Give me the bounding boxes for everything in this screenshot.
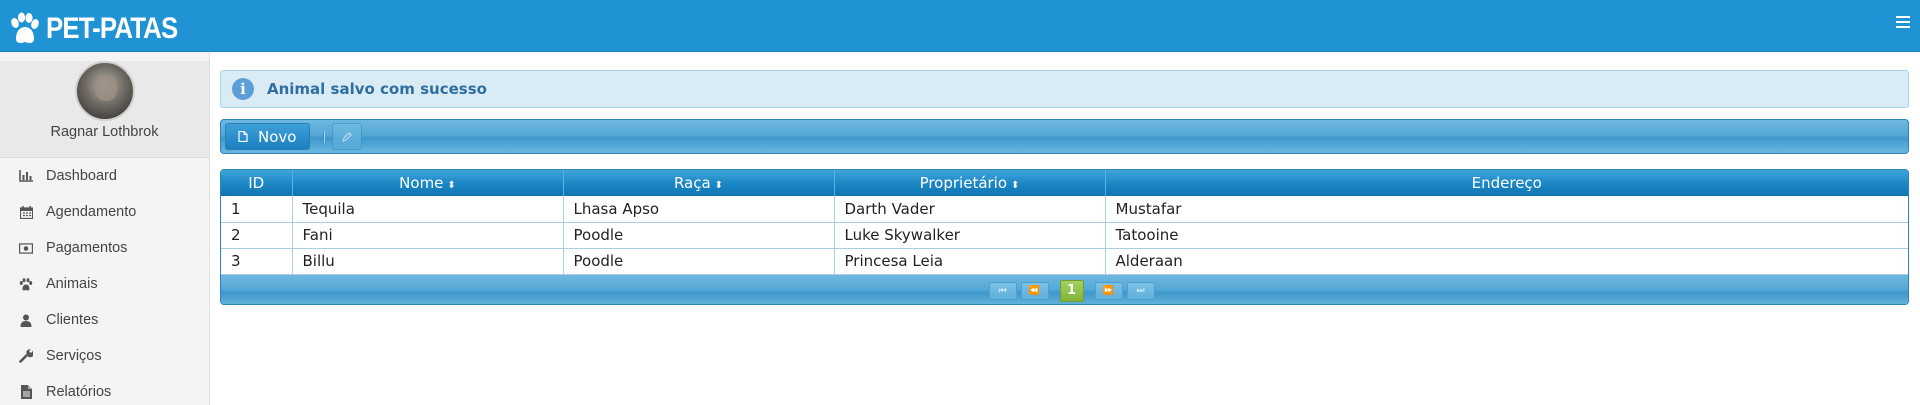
money-icon	[19, 241, 33, 255]
column-header-raca[interactable]: Raça ⬍	[563, 170, 835, 196]
column-header-proprietario[interactable]: Proprietário ⬍	[834, 170, 1106, 196]
sidebar-item-label: Clientes	[46, 312, 99, 328]
sidebar-item-label: Animais	[46, 276, 98, 292]
sidebar-item-label: Dashboard	[46, 168, 117, 184]
last-page-icon: ⏭	[1136, 285, 1145, 296]
sidebar-item-servicos[interactable]: Serviços	[0, 338, 209, 374]
first-page-button[interactable]: ⏮	[988, 281, 1017, 300]
first-page-icon: ⏮	[998, 285, 1007, 296]
previous-page-button[interactable]: ⏪	[1020, 281, 1049, 300]
cell-raca: Poodle	[563, 248, 835, 275]
top-navbar: PET-PATAS	[0, 0, 1920, 52]
toolbar: Novo	[220, 119, 1909, 154]
animals-table: ID Nome ⬍ Raça ⬍ Proprietário ⬍ Endereço 1 …	[221, 170, 1908, 275]
hamburger-bar	[1896, 26, 1910, 28]
sort-icon: ⬍	[1011, 180, 1020, 191]
edit-button[interactable]	[332, 123, 363, 150]
paw-icon	[19, 277, 33, 291]
brand-name: PET-PATAS	[46, 12, 178, 45]
table-row[interactable]: 1 Tequila Lhasa Apso Darth Vader Mustafa…	[221, 196, 1908, 223]
cell-id: 2	[221, 222, 293, 249]
menu-toggle-button[interactable]	[1896, 16, 1910, 30]
cell-endereco: Tatooine	[1105, 222, 1908, 249]
paginator: ⏮ ⏪ 1 ⏩ ⏭	[221, 274, 1908, 304]
sort-icon: ⬍	[447, 180, 456, 191]
user-profile: Ragnar Lothbrok	[0, 61, 209, 158]
table-row[interactable]: 3 Billu Poodle Princesa Leia Alderaan	[221, 248, 1908, 275]
column-header-label: Endereço	[1471, 174, 1542, 192]
table-row[interactable]: 2 Fani Poodle Luke Skywalker Tatooine	[221, 222, 1908, 249]
column-header-label: ID	[248, 174, 265, 192]
sidebar-item-label: Agendamento	[46, 204, 137, 220]
profile-name: Ragnar Lothbrok	[50, 124, 159, 140]
calendar-icon	[19, 205, 33, 219]
info-icon: i	[232, 78, 254, 100]
column-header-label: Nome	[399, 174, 444, 192]
column-header-label: Raça	[673, 174, 711, 192]
sidebar-item-clientes[interactable]: Clientes	[0, 302, 209, 338]
new-document-icon	[238, 131, 248, 142]
sidebar-item-label: Serviços	[46, 348, 102, 364]
sidebar-item-label: Pagamentos	[46, 240, 128, 256]
cell-id: 1	[221, 196, 293, 223]
cell-endereco: Alderaan	[1105, 248, 1908, 275]
previous-page-icon: ⏪	[1028, 285, 1041, 296]
hamburger-bar	[1896, 21, 1910, 23]
next-page-icon: ⏩	[1102, 285, 1115, 296]
success-message: i Animal salvo com sucesso	[220, 70, 1909, 108]
sidebar-item-agendamento[interactable]: Agendamento	[0, 194, 209, 230]
paw-logo-icon	[11, 12, 39, 43]
cell-raca: Lhasa Apso	[563, 196, 835, 223]
bar-chart-icon	[19, 169, 33, 183]
animals-datatable: ID Nome ⬍ Raça ⬍ Proprietário ⬍ Endereço 1 …	[220, 169, 1909, 305]
new-button-label: Novo	[258, 127, 297, 146]
wrench-icon	[19, 349, 33, 363]
avatar[interactable]	[74, 61, 135, 121]
new-button[interactable]: Novo	[225, 123, 311, 150]
cell-proprietario: Darth Vader	[834, 196, 1106, 223]
page-button-current[interactable]: 1	[1059, 279, 1084, 302]
cell-nome: Billu	[292, 248, 564, 275]
column-header-nome[interactable]: Nome ⬍	[292, 170, 564, 196]
column-header-endereco: Endereço	[1105, 170, 1908, 196]
user-icon	[19, 313, 33, 327]
sidebar: Ragnar Lothbrok Dashboard Agendamento Pa…	[0, 52, 210, 405]
cell-nome: Tequila	[292, 196, 564, 223]
column-header-label: Proprietário	[919, 174, 1008, 192]
edit-pencil-icon	[342, 131, 353, 142]
sort-icon: ⬍	[714, 180, 724, 191]
toolbar-separator	[323, 130, 326, 143]
cell-proprietario: Luke Skywalker	[834, 222, 1106, 249]
cell-raca: Poodle	[563, 222, 835, 249]
hamburger-bar	[1896, 16, 1910, 18]
document-icon	[19, 385, 33, 399]
column-header-id: ID	[221, 170, 293, 196]
cell-id: 3	[221, 248, 293, 275]
sidebar-item-relatorios[interactable]: Relatórios	[0, 374, 209, 405]
message-text: Animal salvo com sucesso	[267, 80, 487, 98]
sidebar-item-dashboard[interactable]: Dashboard	[0, 158, 209, 194]
brand[interactable]: PET-PATAS	[8, 10, 199, 48]
cell-nome: Fani	[292, 222, 564, 249]
cell-proprietario: Princesa Leia	[834, 248, 1106, 275]
last-page-button[interactable]: ⏭	[1126, 281, 1155, 300]
sidebar-item-label: Relatórios	[46, 384, 112, 400]
table-header-row: ID Nome ⬍ Raça ⬍ Proprietário ⬍ Endereço	[221, 170, 1908, 196]
sidebar-item-animais[interactable]: Animais	[0, 266, 209, 302]
cell-endereco: Mustafar	[1105, 196, 1908, 223]
sidebar-item-pagamentos[interactable]: Pagamentos	[0, 230, 209, 266]
next-page-button[interactable]: ⏩	[1094, 281, 1123, 300]
